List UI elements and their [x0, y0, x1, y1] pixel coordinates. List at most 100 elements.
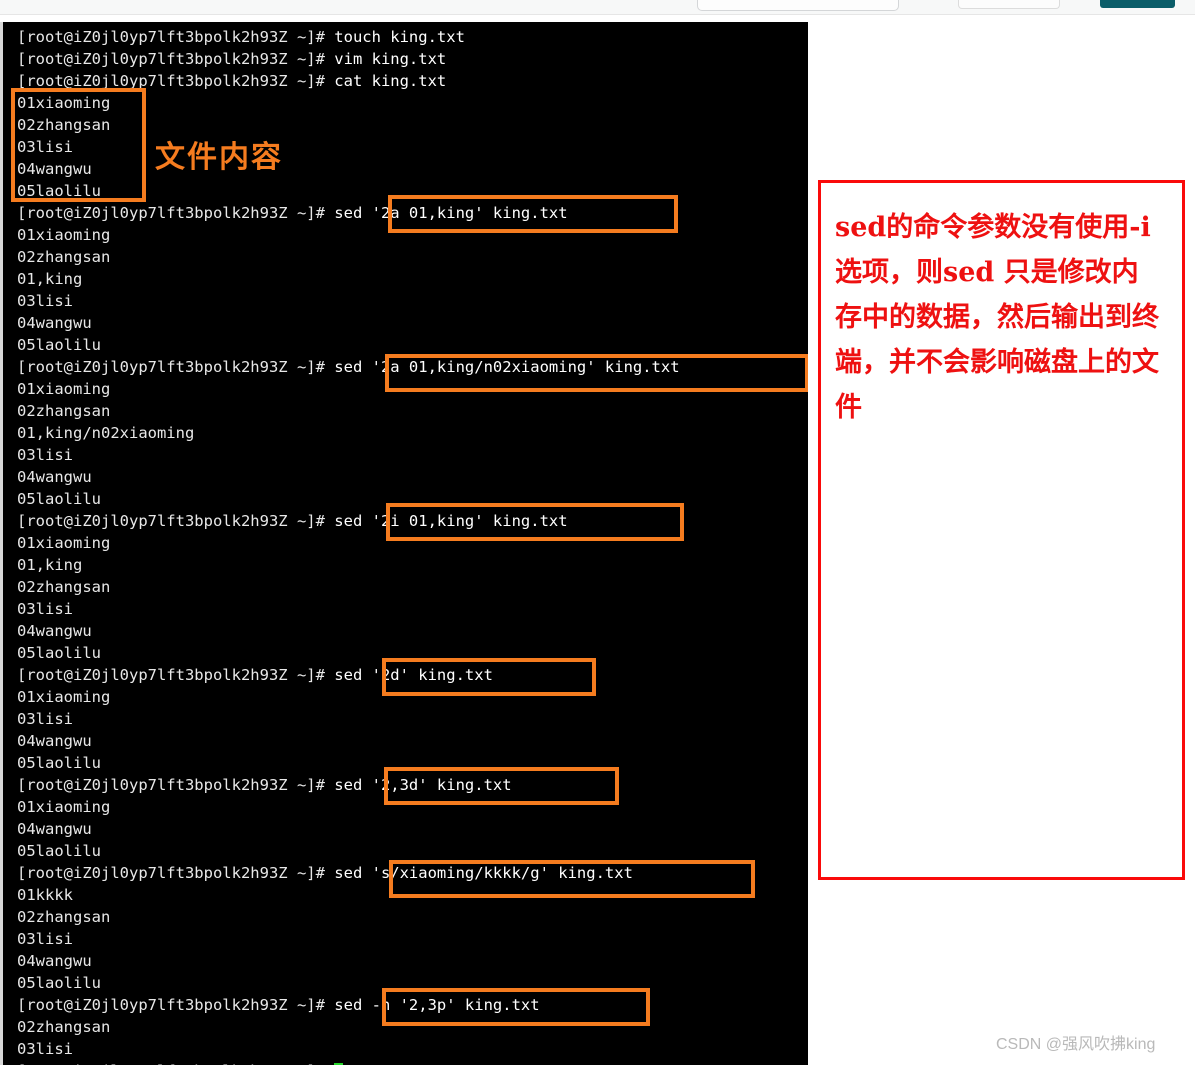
search-input[interactable] [697, 0, 899, 11]
terminal-command: vim king.txt [334, 50, 447, 68]
terminal-line: 04wangwu [17, 818, 807, 840]
terminal-line: 01,king [17, 268, 807, 290]
terminal-line: 05laolilu [17, 334, 807, 356]
terminal-line: [root@iZ0jl0yp7lft3bpolk2h93Z ~]# sed '2… [17, 202, 807, 224]
terminal-line: 04wangwu [17, 950, 807, 972]
terminal-line: 03lisi [17, 1038, 807, 1060]
terminal-command: sed '2a 01,king/n02xiaoming' king.txt [334, 358, 680, 376]
terminal-line: 05laolilu [17, 180, 807, 202]
terminal-output-text: 03lisi [17, 710, 73, 728]
terminal-line: 01kkkk [17, 884, 807, 906]
terminal-line: 05laolilu [17, 840, 807, 862]
terminal-output-text: 01,king [17, 556, 83, 574]
terminal-line: 01,king [17, 554, 807, 576]
terminal-output-text: 05laolilu [17, 754, 101, 772]
terminal-output-text: 02zhangsan [17, 402, 111, 420]
terminal-output-text: 03lisi [17, 292, 73, 310]
top-app-strip [0, 0, 1195, 15]
explanation-panel: sed的命令参数没有使用-i选项，则sed 只是修改内存中的数据，然后输出到终端… [818, 180, 1185, 880]
terminal-output-text: 02zhangsan [17, 908, 111, 926]
terminal-output-text: 02zhangsan [17, 116, 111, 134]
terminal-line: [root@iZ0jl0yp7lft3bpolk2h93Z ~]# sed '2… [17, 356, 807, 378]
terminal-line: 02zhangsan [17, 576, 807, 598]
terminal-output-text: 05laolilu [17, 842, 101, 860]
terminal-line: 01,king/n02xiaoming [17, 422, 807, 444]
terminal-line: 05laolilu [17, 972, 807, 994]
terminal-line: [root@iZ0jl0yp7lft3bpolk2h93Z ~]# [17, 1060, 807, 1065]
terminal-line: 04wangwu [17, 620, 807, 642]
terminal-prompt: [root@iZ0jl0yp7lft3bpolk2h93Z ~]# [17, 204, 335, 222]
terminal-command: sed '2d' king.txt [334, 666, 493, 684]
terminal-line: 05laolilu [17, 642, 807, 664]
terminal-line: 04wangwu [17, 158, 807, 180]
terminal-command: sed '2i 01,king' king.txt [334, 512, 568, 530]
terminal-command: sed '2a 01,king' king.txt [334, 204, 568, 222]
terminal-output: [root@iZ0jl0yp7lft3bpolk2h93Z ~]# touch … [17, 26, 807, 1065]
terminal-line: [root@iZ0jl0yp7lft3bpolk2h93Z ~]# sed -n… [17, 994, 807, 1016]
terminal-line: 03lisi [17, 598, 807, 620]
terminal-output-text: 02zhangsan [17, 248, 111, 266]
terminal-line: [root@iZ0jl0yp7lft3bpolk2h93Z ~]# touch … [17, 26, 807, 48]
terminal-line: 04wangwu [17, 730, 807, 752]
terminal-output-text: 04wangwu [17, 732, 92, 750]
terminal-command: touch king.txt [334, 28, 465, 46]
terminal-output-text: 02zhangsan [17, 1018, 111, 1036]
terminal-prompt: [root@iZ0jl0yp7lft3bpolk2h93Z ~]# [17, 512, 335, 530]
terminal-output-text: 05laolilu [17, 644, 101, 662]
terminal-line: 05laolilu [17, 752, 807, 774]
terminal-output-text: 02zhangsan [17, 578, 111, 596]
terminal-line: 03lisi [17, 708, 807, 730]
terminal-line: 03lisi [17, 290, 807, 312]
terminal-line: 02zhangsan [17, 400, 807, 422]
terminal-output-text: 01xiaoming [17, 226, 111, 244]
terminal-prompt: [root@iZ0jl0yp7lft3bpolk2h93Z ~]# [17, 28, 335, 46]
terminal-output-text: 03lisi [17, 446, 73, 464]
terminal-output-text: 04wangwu [17, 820, 92, 838]
terminal-command: sed '2,3d' king.txt [334, 776, 512, 794]
terminal-prompt: [root@iZ0jl0yp7lft3bpolk2h93Z ~]# [17, 50, 335, 68]
terminal-line: [root@iZ0jl0yp7lft3bpolk2h93Z ~]# sed 's… [17, 862, 807, 884]
terminal-command: cat king.txt [334, 72, 447, 90]
terminal-line: 04wangwu [17, 466, 807, 488]
terminal-line: 01xiaoming [17, 796, 807, 818]
terminal-output-text: 04wangwu [17, 952, 92, 970]
terminal-prompt: [root@iZ0jl0yp7lft3bpolk2h93Z ~]# [17, 864, 335, 882]
terminal-prompt: [root@iZ0jl0yp7lft3bpolk2h93Z ~]# [17, 666, 335, 684]
terminal-line: 02zhangsan [17, 906, 807, 928]
terminal-line: 01xiaoming [17, 378, 807, 400]
terminal-line: [root@iZ0jl0yp7lft3bpolk2h93Z ~]# cat ki… [17, 70, 807, 92]
terminal-prompt: [root@iZ0jl0yp7lft3bpolk2h93Z ~]# [17, 776, 335, 794]
terminal-output-text: 03lisi [17, 600, 73, 618]
terminal-line: [root@iZ0jl0yp7lft3bpolk2h93Z ~]# vim ki… [17, 48, 807, 70]
terminal-output-text: 01,king [17, 270, 83, 288]
terminal-line: 03lisi [17, 928, 807, 950]
terminal-command: sed -n '2,3p' king.txt [334, 996, 540, 1014]
terminal-output-text: 04wangwu [17, 468, 92, 486]
terminal-output-text: 05laolilu [17, 336, 101, 354]
terminal-output-text: 03lisi [17, 138, 73, 156]
terminal-output-text: 03lisi [17, 1040, 73, 1058]
terminal-output-text: 05laolilu [17, 182, 101, 200]
terminal-output-text: 01xiaoming [17, 534, 111, 552]
terminal-line: 05laolilu [17, 488, 807, 510]
terminal-command: sed 's/xiaoming/kkkk/g' king.txt [334, 864, 633, 882]
terminal-output-text: 01xiaoming [17, 688, 111, 706]
terminal-output-text: 01xiaoming [17, 94, 111, 112]
secondary-input[interactable] [958, 0, 1060, 9]
terminal-output-text: 05laolilu [17, 490, 101, 508]
explanation-text: sed的命令参数没有使用-i选项，则sed 只是修改内存中的数据，然后输出到终端… [835, 212, 1159, 423]
terminal-line: 03lisi [17, 444, 807, 466]
terminal-line: [root@iZ0jl0yp7lft3bpolk2h93Z ~]# sed '2… [17, 774, 807, 796]
terminal-output-text: 04wangwu [17, 160, 92, 178]
terminal-line: 01xiaoming [17, 92, 807, 114]
terminal-output-text: 01,king/n02xiaoming [17, 424, 195, 442]
terminal-line: 02zhangsan [17, 246, 807, 268]
terminal-prompt: [root@iZ0jl0yp7lft3bpolk2h93Z ~]# [17, 996, 335, 1014]
terminal-output-text: 01kkkk [17, 886, 73, 904]
terminal-line: 03lisi [17, 136, 807, 158]
action-button[interactable] [1100, 0, 1175, 8]
terminal-line: 02zhangsan [17, 114, 807, 136]
terminal-prompt: [root@iZ0jl0yp7lft3bpolk2h93Z ~]# [17, 72, 335, 90]
terminal-line: 02zhangsan [17, 1016, 807, 1038]
terminal-window[interactable]: [root@iZ0jl0yp7lft3bpolk2h93Z ~]# touch … [0, 22, 808, 1065]
